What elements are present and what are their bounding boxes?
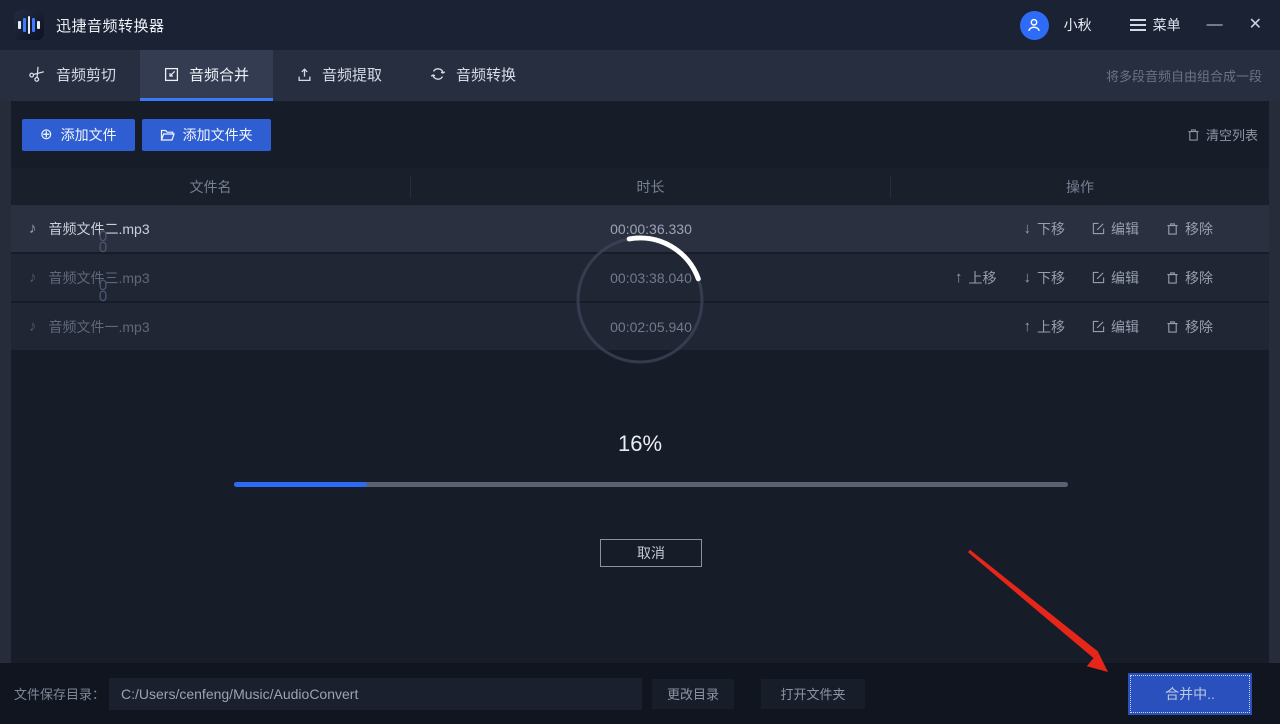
edit-button[interactable]: 编辑 [1092, 317, 1139, 337]
table-row[interactable]: ♪ 音频文件三.mp3 00:03:38.040 ↑ 上移 ↓ 下移 编辑 移除 [11, 254, 1269, 303]
tab-subtitle: 将多段音频自由组合成一段 [1105, 69, 1262, 84]
tab-4[interactable]: 音频转换 [406, 50, 540, 101]
trash-button[interactable]: 移除 [1166, 317, 1213, 337]
edit-icon [1092, 320, 1105, 333]
arrow-down-button[interactable]: ↓ 下移 [1024, 219, 1066, 239]
row-operations: ↑ 上移 编辑 移除 [891, 317, 1269, 337]
op-label: 移除 [1185, 220, 1213, 237]
avatar[interactable] [1019, 10, 1049, 40]
chain-link-icon [97, 279, 109, 302]
file-duration: 00:00:36.330 [610, 220, 692, 237]
op-label: 下移 [1037, 269, 1065, 286]
table-row[interactable]: ♪ 音频文件一.mp3 00:02:05.940 ↑ 上移 编辑 移除 [11, 303, 1269, 352]
close-button[interactable]: ✕ [1249, 17, 1262, 33]
progress-bar [234, 482, 1068, 487]
trash-button[interactable]: 移除 [1166, 268, 1213, 288]
tab-bar: 音频剪切 音频合并 音频提取 音频转换 将多段音频自由组合成一段 [0, 50, 1280, 101]
table-header: 文件名 时长 操作 [11, 168, 1269, 205]
edit-icon [1092, 271, 1105, 284]
arrow-down-icon: ↓ [1023, 269, 1032, 286]
op-label: 上移 [1037, 318, 1065, 335]
merge-button[interactable]: 合并中.. [1128, 672, 1252, 715]
edit-icon [1092, 222, 1105, 235]
music-note-icon: ♪ [29, 269, 37, 286]
extract-icon [297, 67, 312, 82]
footer-bar: 文件保存目录： 更改目录 打开文件夹 合并中.. [0, 663, 1280, 724]
trash-icon [1166, 271, 1179, 285]
tab-label: 音频剪切 [56, 66, 117, 84]
edit-button[interactable]: 编辑 [1092, 219, 1139, 239]
op-label: 上移 [968, 269, 997, 286]
title-bar: 迅捷音频转换器 小秋 菜单 — ✕ [0, 0, 1280, 50]
file-duration: 00:02:05.940 [610, 318, 692, 335]
trash-icon [1166, 222, 1179, 236]
save-dir-label: 文件保存目录： [14, 687, 106, 702]
music-note-icon: ♪ [29, 220, 37, 237]
op-label: 编辑 [1111, 318, 1139, 335]
hamburger-icon [1129, 19, 1146, 31]
op-label: 下移 [1037, 220, 1065, 237]
trash-icon [1166, 320, 1179, 334]
tab-label: 音频合并 [189, 66, 250, 84]
progress-bar-fill [234, 482, 368, 487]
app-title: 迅捷音频转换器 [56, 17, 165, 35]
arrow-down-button[interactable]: ↓ 下移 [1024, 268, 1066, 288]
file-name-cell: ♪ 音频文件三.mp3 [11, 268, 411, 288]
folder-icon [160, 129, 175, 141]
tab-2[interactable]: 音频合并 [140, 50, 274, 101]
table-row[interactable]: ♪ 音频文件二.mp3 00:00:36.330 ↓ 下移 编辑 移除 [11, 205, 1269, 254]
arrow-up-icon: ↑ [955, 269, 963, 286]
menu-button[interactable]: 菜单 [1129, 15, 1181, 35]
tab-label: 音频提取 [322, 66, 383, 84]
file-list-panel: ⊕ 添加文件 添加文件夹 清空列表 文件名 时长 操作 ♪ 音频文件二.mp3 … [11, 101, 1269, 663]
save-path-input[interactable] [109, 677, 643, 710]
arrow-down-icon: ↓ [1023, 220, 1032, 237]
arrow-up-icon: ↑ [1023, 318, 1032, 335]
list-toolbar: ⊕ 添加文件 添加文件夹 清空列表 [11, 101, 1269, 168]
tab-1[interactable]: 音频剪切 [6, 50, 140, 101]
trash-button[interactable]: 移除 [1166, 219, 1213, 239]
file-duration: 00:03:38.040 [610, 269, 692, 286]
row-operations: ↑ 上移 ↓ 下移 编辑 移除 [891, 268, 1269, 288]
music-note-icon: ♪ [29, 318, 37, 335]
main-area: ⊕ 添加文件 添加文件夹 清空列表 文件名 时长 操作 ♪ 音频文件二.mp3 … [0, 101, 1280, 663]
app-window: 迅捷音频转换器 小秋 菜单 — ✕ 音频剪切 音频合并 音频提取 音频转换 将多段音频… [0, 0, 1280, 724]
add-file-button[interactable]: ⊕ 添加文件 [22, 118, 135, 151]
plus-circle-icon: ⊕ [40, 126, 53, 143]
add-folder-button[interactable]: 添加文件夹 [141, 118, 271, 151]
op-label: 编辑 [1111, 269, 1139, 286]
merge-icon [164, 67, 179, 82]
arrow-up-button[interactable]: ↑ 上移 [1024, 317, 1066, 337]
op-label: 移除 [1185, 318, 1213, 335]
scissors-icon [29, 66, 46, 82]
change-dir-button[interactable]: 更改目录 [652, 678, 735, 709]
op-label: 编辑 [1111, 220, 1139, 237]
file-rows: ♪ 音频文件二.mp3 00:00:36.330 ↓ 下移 编辑 移除 ♪ 音频文件三.mp3 0… [11, 205, 1269, 352]
header-operations: 操作 [1066, 178, 1094, 195]
clear-list-button[interactable]: 清空列表 [1187, 125, 1258, 144]
header-duration: 时长 [411, 175, 891, 198]
op-label: 移除 [1185, 269, 1213, 286]
file-name-cell: ♪ 音频文件二.mp3 [11, 219, 411, 239]
open-folder-button[interactable]: 打开文件夹 [761, 678, 866, 709]
tab-3[interactable]: 音频提取 [273, 50, 406, 101]
person-icon [1028, 18, 1041, 32]
progress-percent: 16% [617, 431, 663, 456]
cancel-button[interactable]: 取消 [600, 539, 702, 567]
edit-button[interactable]: 编辑 [1092, 268, 1139, 288]
convert-icon [430, 66, 446, 82]
user-name[interactable]: 小秋 [1064, 15, 1092, 35]
row-operations: ↓ 下移 编辑 移除 [891, 219, 1269, 239]
file-name-cell: ♪ 音频文件一.mp3 [11, 317, 411, 337]
app-logo-icon [14, 10, 44, 40]
file-name: 音频文件一.mp3 [48, 318, 150, 335]
tab-label: 音频转换 [456, 66, 517, 84]
trash-icon [1188, 128, 1199, 141]
header-filename: 文件名 [11, 175, 411, 198]
chain-link-icon [97, 230, 109, 253]
minimize-button[interactable]: — [1207, 17, 1223, 33]
arrow-up-button[interactable]: ↑ 上移 [955, 268, 997, 288]
